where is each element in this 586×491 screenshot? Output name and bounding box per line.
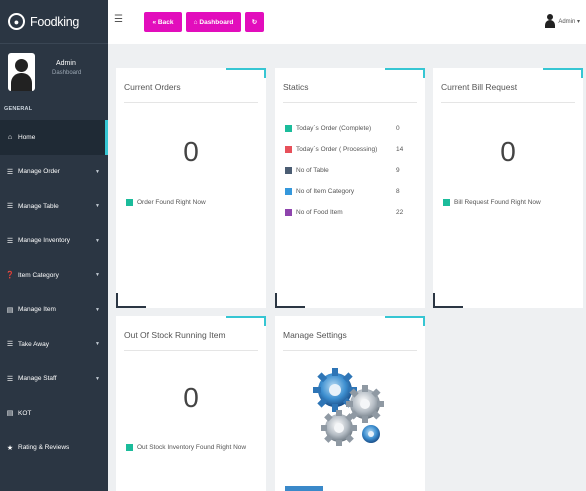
settings-bar xyxy=(285,486,323,491)
star-icon: ★ xyxy=(6,444,14,452)
sidebar: ● Foodking Admin Dashboard GENERAL ⌂ Hom… xyxy=(0,0,108,491)
current-orders-card: Current Orders 0 Order Found Right Now xyxy=(116,68,266,308)
list-icon: ☰ xyxy=(6,341,14,349)
list-icon: ☰ xyxy=(6,237,14,245)
user-name: Admin ▾ xyxy=(558,18,580,25)
list-icon: ☰ xyxy=(6,203,14,211)
stat-row: No of Item Category 8 xyxy=(285,186,415,196)
brand-name: Foodking xyxy=(30,14,80,29)
sidebar-item-label: Manage Staff xyxy=(18,375,57,383)
doc-icon: ▤ xyxy=(6,306,14,314)
sidebar-menu: ⌂ Home ☰ Manage Order ▼ ☰ Manage Table ▼… xyxy=(0,120,108,465)
orders-count: 0 xyxy=(183,136,199,167)
user-menu[interactable]: Admin ▾ xyxy=(545,14,580,28)
section-label: GENERAL xyxy=(4,106,33,112)
card-title: Manage Settings xyxy=(283,330,347,340)
chevron-down-icon: ▼ xyxy=(95,341,100,348)
card-title: Out Of Stock Running Item xyxy=(124,330,226,340)
chevron-down-icon: ▼ xyxy=(95,237,100,244)
orders-note: Order Found Right Now xyxy=(126,199,206,206)
chevron-down-icon: ▼ xyxy=(95,168,100,175)
avatar xyxy=(8,53,35,91)
sidebar-item-manage-item[interactable]: ▤ Manage Item ▼ xyxy=(0,293,108,328)
user-avatar-icon xyxy=(545,14,556,28)
sidebar-item-rating-reviews[interactable]: ★ Rating & Reviews xyxy=(0,431,108,466)
dashboard-button[interactable]: ⌂ Dashboard xyxy=(186,12,241,32)
status-square-icon xyxy=(285,166,292,174)
card-title: Statics xyxy=(283,82,309,92)
profile: Admin Dashboard GENERAL xyxy=(0,44,108,118)
chevron-down-icon: ▼ xyxy=(95,375,100,382)
sidebar-item-manage-table[interactable]: ☰ Manage Table ▼ xyxy=(0,189,108,224)
status-square-icon xyxy=(285,187,292,195)
brand[interactable]: ● Foodking xyxy=(0,0,108,44)
stock-note: Out Stock Inventory Found Right Now xyxy=(126,444,246,451)
stock-count: 0 xyxy=(183,382,199,413)
status-square-icon xyxy=(285,124,292,132)
status-square-icon xyxy=(285,145,292,153)
chevron-down-icon: ▼ xyxy=(95,306,100,313)
sidebar-item-label: KOT xyxy=(18,409,32,417)
sidebar-item-label: Rating & Reviews xyxy=(18,444,70,452)
profile-name: Admin xyxy=(56,60,76,67)
stat-row: No of Table 9 xyxy=(285,165,415,175)
sidebar-item-label: Item Category xyxy=(18,271,59,279)
doc-icon: ▤ xyxy=(6,410,14,418)
sidebar-item-take-away[interactable]: ☰ Take Away ▼ xyxy=(0,327,108,362)
sidebar-item-label: Take Away xyxy=(18,340,49,348)
bill-request-card: Current Bill Request 0 Bill Request Foun… xyxy=(433,68,583,308)
sidebar-item-label: Manage Inventory xyxy=(18,237,71,245)
sidebar-item-manage-staff[interactable]: ☰ Manage Staff ▼ xyxy=(0,362,108,397)
status-square-icon xyxy=(285,208,292,216)
paw-icon: ● xyxy=(8,13,25,30)
sidebar-item-manage-order[interactable]: ☰ Manage Order ▼ xyxy=(0,155,108,190)
home-icon: ⌂ xyxy=(7,133,13,141)
sidebar-item-home[interactable]: ⌂ Home xyxy=(0,120,108,155)
chevron-down-icon: ▼ xyxy=(95,203,100,210)
profile-role: Dashboard xyxy=(52,70,82,76)
out-of-stock-card: Out Of Stock Running Item 0 Out Stock In… xyxy=(116,316,266,491)
sidebar-item-label: Manage Item xyxy=(18,306,56,314)
chevron-down-icon: ▼ xyxy=(95,272,100,279)
question-icon: ❓ xyxy=(5,272,15,280)
statics-card: Statics Today`s Order (Complete) 0 Today… xyxy=(275,68,425,308)
sidebar-item-item-category[interactable]: ❓ Item Category ▼ xyxy=(0,258,108,293)
sidebar-item-label: Manage Order xyxy=(18,168,60,176)
bill-count: 0 xyxy=(500,136,516,167)
stat-row: Today`s Order (Complete) 0 xyxy=(285,123,415,133)
back-button[interactable]: « Back xyxy=(144,12,182,32)
card-title: Current Bill Request xyxy=(441,82,518,92)
list-icon: ☰ xyxy=(6,168,14,176)
status-square-icon xyxy=(126,444,133,451)
manage-settings-card[interactable]: Manage Settings xyxy=(275,316,425,491)
sidebar-item-kot[interactable]: ▤ KOT xyxy=(0,396,108,431)
sidebar-item-label: Home xyxy=(18,133,36,141)
stat-row: Today`s Order ( Processing) 14 xyxy=(285,144,415,154)
status-square-icon xyxy=(443,199,450,206)
refresh-button[interactable]: ↻ xyxy=(245,12,264,32)
sidebar-item-label: Manage Table xyxy=(18,202,59,210)
sidebar-item-manage-inventory[interactable]: ☰ Manage Inventory ▼ xyxy=(0,224,108,259)
hamburger-icon[interactable]: ☰ xyxy=(114,14,123,25)
card-title: Current Orders xyxy=(124,82,181,92)
topbar: ☰ « Back ⌂ Dashboard ↻ Admin ▾ xyxy=(108,0,586,44)
list-icon: ☰ xyxy=(6,375,14,383)
gears-icon[interactable] xyxy=(307,362,393,452)
bill-note: Bill Request Found Right Now xyxy=(443,199,541,206)
stat-row: No of Food Item 22 xyxy=(285,207,415,217)
status-square-icon xyxy=(126,199,133,206)
